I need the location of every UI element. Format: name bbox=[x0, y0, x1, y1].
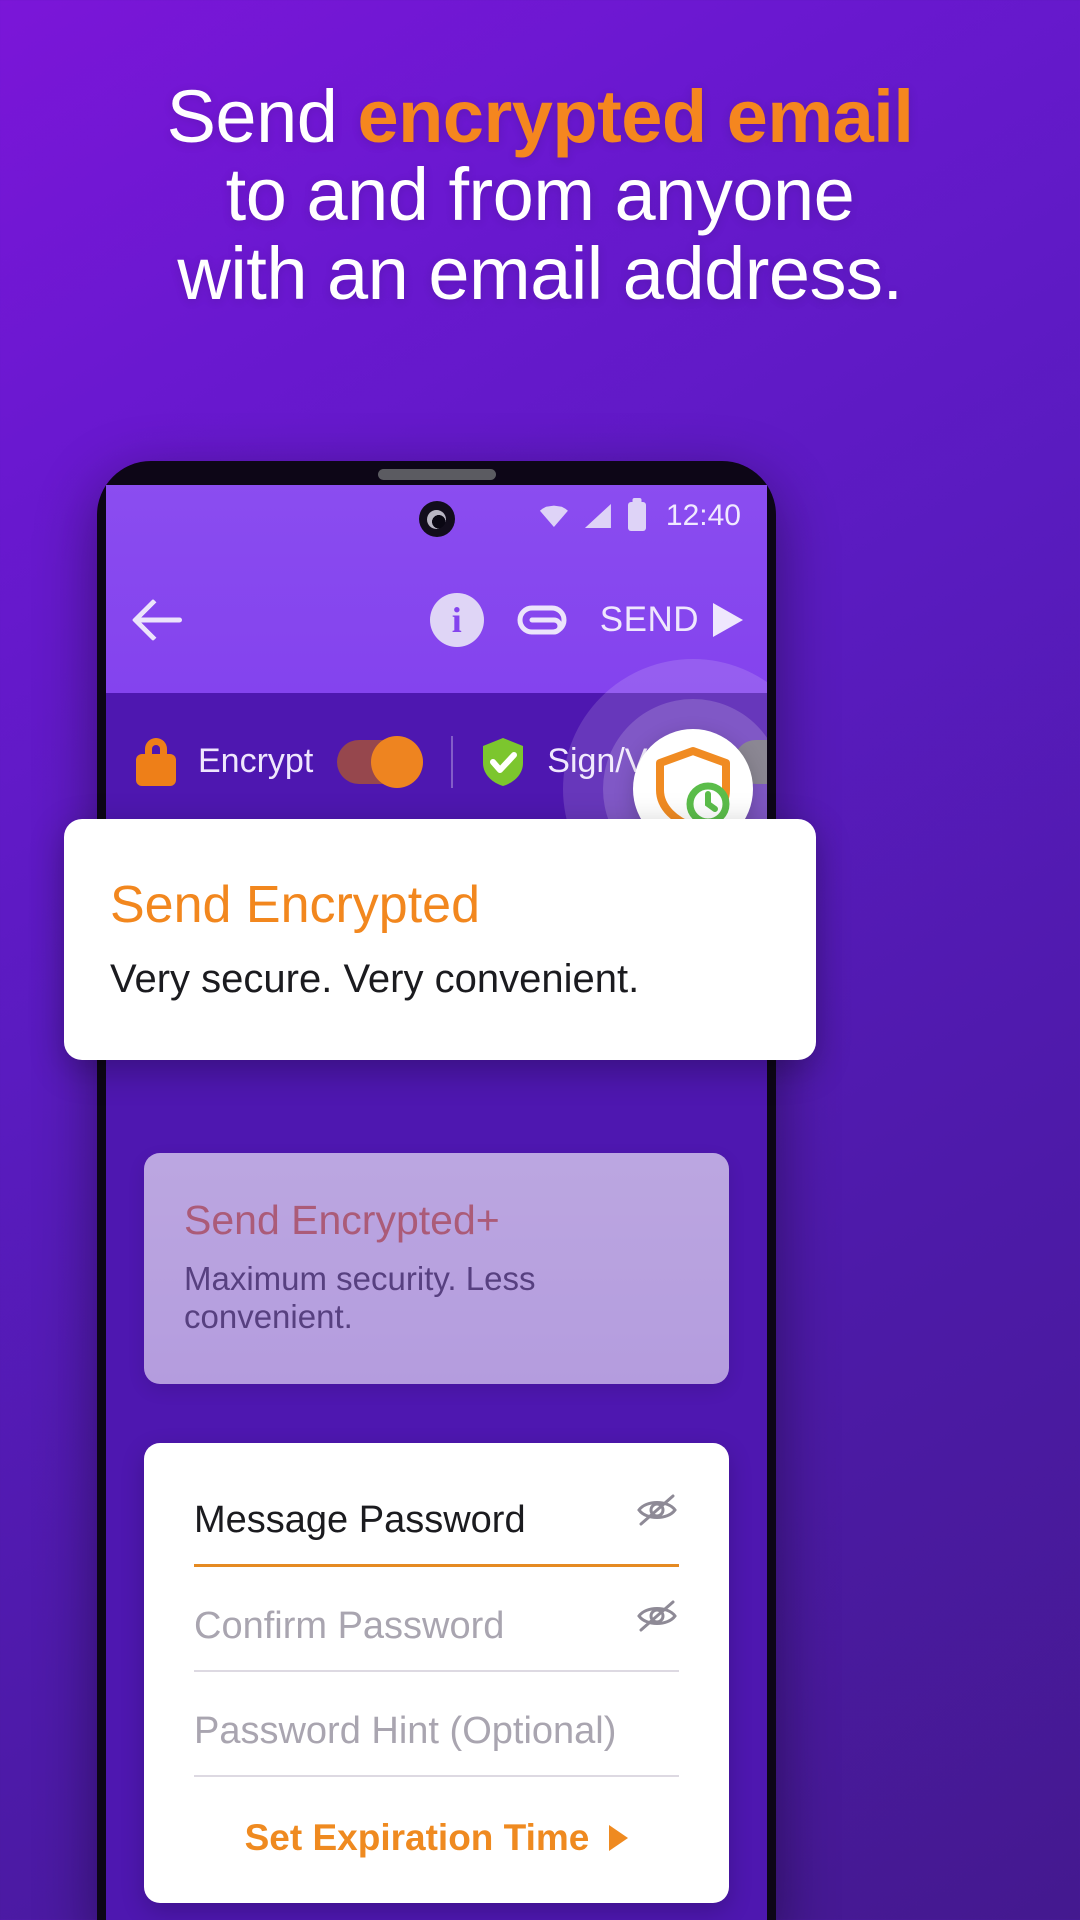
headline-line-1: Send encrypted email bbox=[0, 75, 1080, 158]
front-camera-punch-hole bbox=[418, 501, 455, 537]
headline-emphasis: encrypted email bbox=[357, 75, 914, 158]
password-card: Message Password Confirm Password Passwo… bbox=[144, 1443, 729, 1903]
earpiece-speaker bbox=[377, 469, 496, 480]
send-encrypted-plus-subtitle: Maximum security. Less convenient. bbox=[184, 1260, 536, 1335]
battery-icon bbox=[627, 501, 646, 531]
confirm-password-placeholder: Confirm Password bbox=[194, 1605, 505, 1647]
password-hint-placeholder: Password Hint (Optional) bbox=[194, 1710, 617, 1752]
phone-mockup: 12:40 i SEND Encrypt Sign/Verify Send En… bbox=[97, 461, 776, 1920]
headline-line-3: with an email address. bbox=[177, 231, 903, 315]
signal-icon bbox=[584, 504, 611, 528]
page-headline: Send encrypted email to and from anyone … bbox=[0, 75, 1080, 315]
eye-off-icon[interactable] bbox=[635, 1599, 679, 1633]
status-bar: 12:40 bbox=[106, 485, 767, 547]
eye-off-icon[interactable] bbox=[635, 1493, 679, 1527]
chevron-right-icon bbox=[609, 1825, 629, 1851]
compose-body: Send Encrypted+ Maximum security. Less c… bbox=[106, 963, 767, 1903]
send-button-label: SEND bbox=[599, 600, 699, 639]
phone-screen: 12:40 i SEND Encrypt Sign/Verify Send En… bbox=[106, 485, 767, 1920]
sign-verify-toggle[interactable] bbox=[733, 739, 767, 784]
wifi-icon bbox=[539, 505, 568, 527]
headline-line-2: to and from anyone bbox=[225, 153, 855, 237]
encrypt-label: Encrypt bbox=[198, 742, 314, 780]
password-hint-field[interactable]: Password Hint (Optional) bbox=[194, 1700, 679, 1777]
callout-subtitle: Very secure. Very convenient. bbox=[110, 957, 640, 1001]
row-divider bbox=[451, 735, 454, 788]
message-password-value: Message Password bbox=[194, 1499, 526, 1541]
send-encrypted-plus-title: Send Encrypted+ bbox=[184, 1197, 500, 1243]
encrypt-toggle[interactable] bbox=[337, 735, 424, 788]
send-encrypted-callout-card[interactable]: Send Encrypted Very secure. Very conveni… bbox=[64, 819, 816, 1060]
set-expiration-time-button[interactable]: Set Expiration Time bbox=[194, 1805, 679, 1859]
confirm-password-field[interactable]: Confirm Password bbox=[194, 1595, 679, 1672]
headline-line-1-plain: Send bbox=[166, 75, 358, 158]
back-arrow-icon[interactable] bbox=[134, 594, 186, 646]
security-options-row: Encrypt Sign/Verify bbox=[106, 659, 767, 919]
send-arrow-icon bbox=[713, 603, 743, 637]
status-bar-clock: 12:40 bbox=[665, 499, 741, 532]
callout-title: Send Encrypted bbox=[110, 876, 481, 934]
message-password-field[interactable]: Message Password bbox=[194, 1489, 679, 1567]
send-encrypted-plus-option[interactable]: Send Encrypted+ Maximum security. Less c… bbox=[144, 1153, 729, 1384]
toolbar-actions: i SEND bbox=[429, 592, 743, 648]
set-expiration-time-label: Set Expiration Time bbox=[244, 1817, 590, 1858]
sign-verify-label: Sign/Verify bbox=[547, 742, 710, 780]
padlock-icon bbox=[136, 737, 176, 786]
info-icon[interactable]: i bbox=[429, 593, 484, 647]
shield-check-icon bbox=[483, 737, 524, 786]
app-toolbar: i SEND bbox=[106, 547, 767, 693]
send-button[interactable]: SEND bbox=[600, 600, 743, 640]
paperclip-icon[interactable] bbox=[514, 592, 570, 648]
